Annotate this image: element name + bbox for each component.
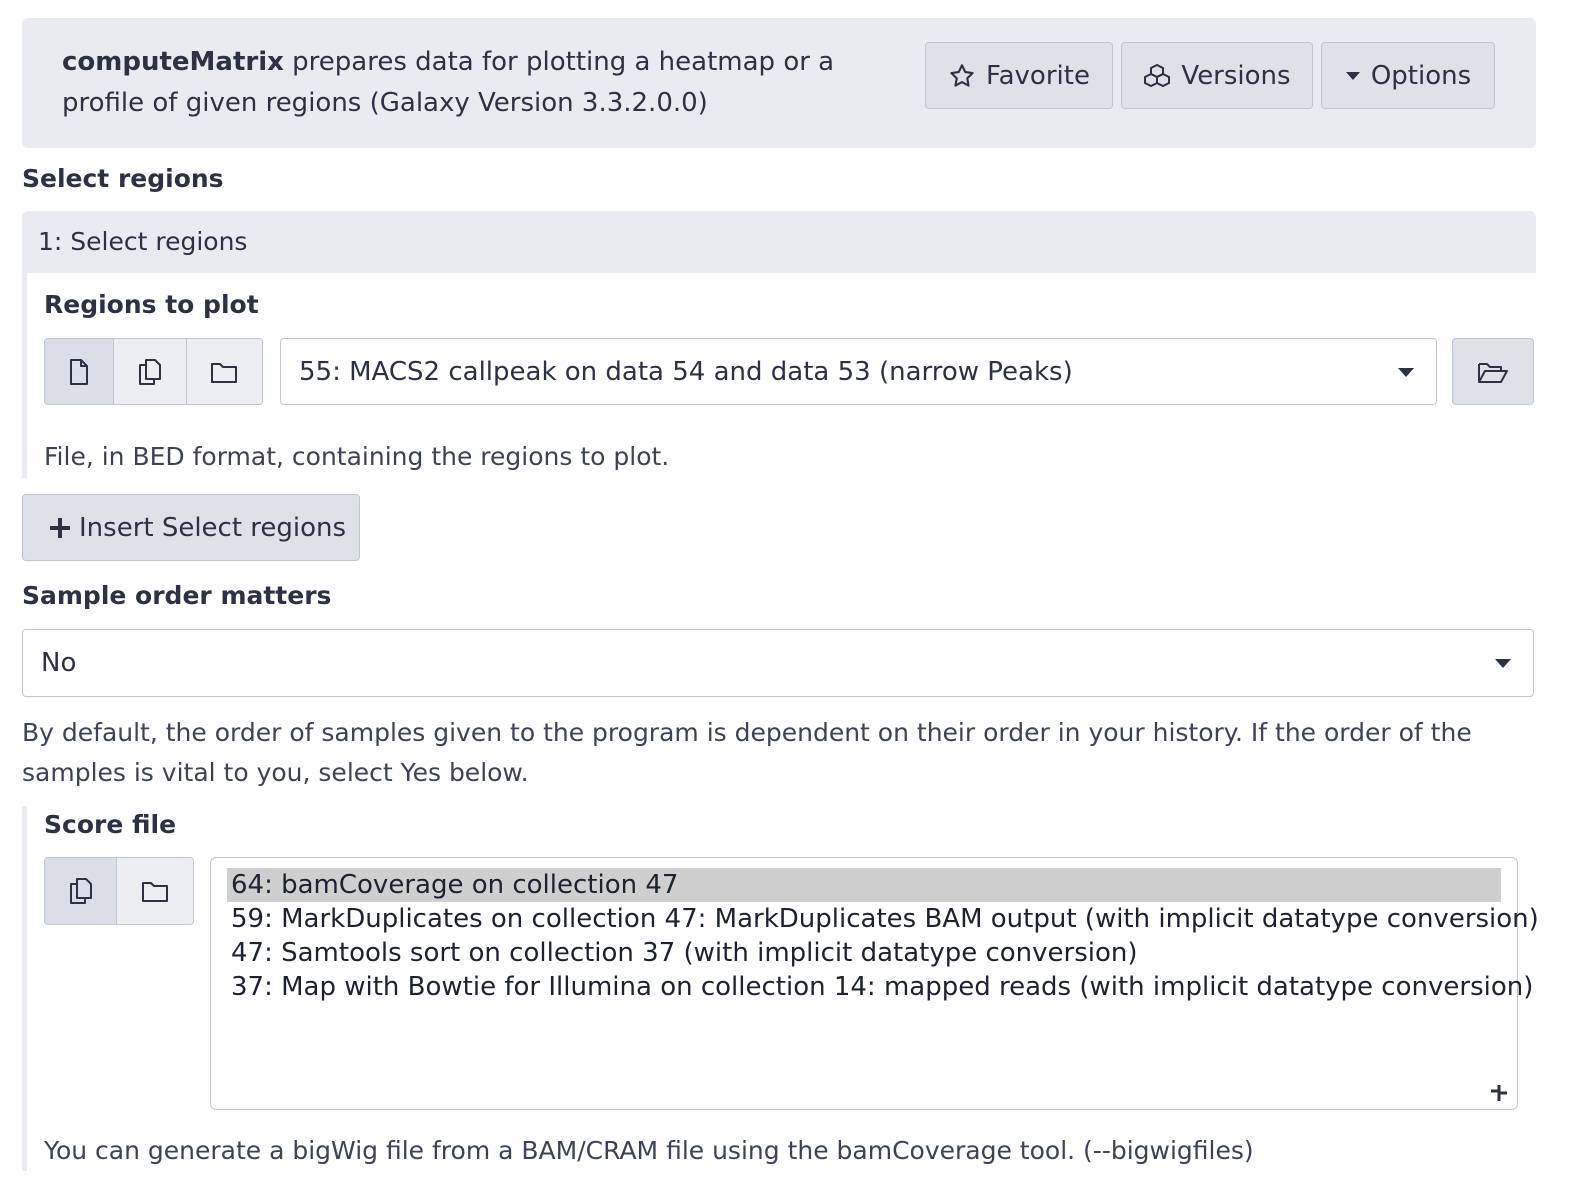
copy-icon bbox=[69, 878, 92, 904]
folder-icon bbox=[142, 882, 169, 902]
collection-button[interactable] bbox=[117, 858, 193, 924]
options-label: Options bbox=[1370, 60, 1472, 91]
tool-form: computeMatrix prepares data for plotting… bbox=[0, 0, 1588, 1200]
sample-order-help-text: By default, the order of samples given t… bbox=[22, 718, 1472, 787]
tool-name: computeMatrix bbox=[62, 47, 284, 77]
versions-button[interactable]: Versions bbox=[1121, 42, 1313, 109]
folder-icon bbox=[211, 362, 238, 383]
score-file-option[interactable]: 59: MarkDuplicates on collection 47: Mar… bbox=[227, 902, 1539, 936]
resize-handle-icon[interactable] bbox=[1489, 1083, 1509, 1103]
repeat-block-title: 1: Select regions bbox=[22, 211, 1536, 273]
tool-description: computeMatrix prepares data for plotting… bbox=[62, 42, 912, 124]
options-button[interactable]: Options bbox=[1321, 42, 1495, 109]
caret-down-icon bbox=[1345, 71, 1360, 80]
sample-order-selected-value: No bbox=[41, 648, 77, 678]
regions-help-text: File, in BED format, containing the regi… bbox=[44, 442, 670, 471]
regions-dataset-select[interactable]: 55: MACS2 callpeak on data 54 and data 5… bbox=[280, 338, 1437, 405]
file-icon bbox=[70, 358, 89, 385]
regions-to-plot-label: Regions to plot bbox=[44, 290, 259, 319]
tool-header: computeMatrix prepares data for plotting… bbox=[22, 18, 1536, 148]
score-file-option[interactable]: 47: Samtools sort on collection 37 (with… bbox=[227, 936, 1501, 970]
copy-icon bbox=[139, 358, 162, 385]
regions-input-type-group bbox=[44, 338, 263, 405]
score-file-rule bbox=[22, 806, 27, 1171]
single-dataset-button[interactable] bbox=[45, 339, 115, 404]
plus-icon bbox=[50, 517, 70, 538]
star-icon bbox=[950, 63, 974, 87]
score-input-type-group bbox=[44, 857, 194, 925]
insert-select-regions-button[interactable]: Insert Select regions bbox=[22, 494, 360, 561]
score-file-option[interactable]: 64: bamCoverage on collection 47 bbox=[227, 868, 1501, 902]
sample-order-select[interactable]: No bbox=[22, 629, 1534, 697]
score-file-option[interactable]: 37: Map with Bowtie for Illumina on coll… bbox=[227, 970, 1533, 1004]
regions-selected-value: 55: MACS2 callpeak on data 54 and data 5… bbox=[299, 356, 1073, 387]
browse-datasets-button[interactable] bbox=[1452, 338, 1534, 405]
versions-label: Versions bbox=[1181, 60, 1291, 91]
favorite-button[interactable]: Favorite bbox=[925, 42, 1113, 109]
repeat-block-rule bbox=[22, 273, 27, 478]
select-regions-section-label: Select regions bbox=[22, 164, 224, 193]
multiple-datasets-button[interactable] bbox=[114, 339, 187, 404]
caret-down-icon bbox=[1495, 659, 1511, 668]
collection-button[interactable] bbox=[186, 339, 262, 404]
cubes-icon bbox=[1144, 63, 1171, 87]
score-file-label: Score file bbox=[44, 810, 177, 839]
multiple-datasets-button[interactable] bbox=[45, 858, 118, 924]
score-file-help-text: You can generate a bigWig file from a BA… bbox=[44, 1136, 1254, 1165]
favorite-label: Favorite bbox=[986, 60, 1090, 91]
insert-label: Insert Select regions bbox=[79, 512, 347, 543]
score-file-multiselect[interactable]: 64: bamCoverage on collection 47 59: Mar… bbox=[210, 857, 1539, 1110]
folder-open-icon bbox=[1478, 362, 1508, 383]
caret-down-icon bbox=[1398, 367, 1414, 377]
sample-order-label: Sample order matters bbox=[22, 581, 332, 610]
